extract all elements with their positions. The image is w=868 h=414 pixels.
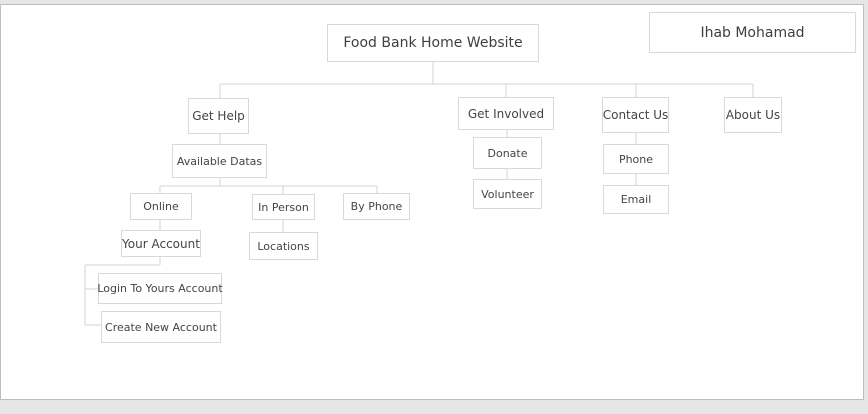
node-create-account[interactable]: Create New Account	[101, 311, 221, 343]
node-by-phone[interactable]: By Phone	[343, 193, 410, 220]
node-get-involved[interactable]: Get Involved	[458, 97, 554, 130]
node-about-us[interactable]: About Us	[724, 97, 782, 133]
node-online[interactable]: Online	[130, 193, 192, 220]
node-contact-us[interactable]: Contact Us	[602, 97, 669, 133]
node-volunteer[interactable]: Volunteer	[473, 179, 542, 209]
node-login[interactable]: Login To Yours Account	[97, 273, 223, 304]
author-label: Ihab Mohamad	[649, 12, 856, 53]
node-locations[interactable]: Locations	[249, 232, 318, 260]
root-node[interactable]: Food Bank Home Website	[327, 24, 539, 62]
node-donate[interactable]: Donate	[473, 137, 542, 169]
node-get-help[interactable]: Get Help	[188, 98, 249, 134]
node-phone[interactable]: Phone	[603, 144, 669, 174]
node-in-person[interactable]: In Person	[252, 194, 315, 220]
node-your-account[interactable]: Your Account	[121, 230, 201, 257]
node-email[interactable]: Email	[603, 185, 669, 214]
node-available-datas[interactable]: Available Datas	[172, 144, 267, 178]
